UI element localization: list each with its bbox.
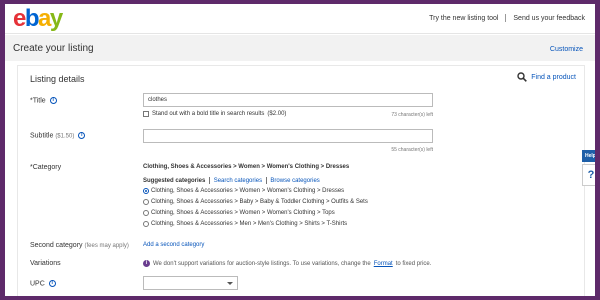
find-product-link[interactable]: Find a product	[517, 72, 576, 82]
category-option-label: Clothing, Shoes & Accessories > Women > …	[151, 188, 345, 194]
title-input[interactable]: clothes	[143, 93, 433, 107]
add-second-category-link[interactable]: Add a second category	[143, 242, 204, 248]
variations-note-text: We don't support variations for auction-…	[153, 260, 371, 267]
second-category-label-row: Second category (fees may apply)	[30, 242, 129, 249]
category-option[interactable]: Clothing, Shoes & Accessories > Baby > B…	[143, 199, 368, 205]
browse-categories-link[interactable]: Browse categories	[270, 178, 319, 184]
page-header: Create your listing Customize	[5, 35, 595, 61]
subtitle-input[interactable]	[143, 129, 433, 143]
current-category: Clothing, Shoes & Accessories > Women > …	[143, 164, 350, 170]
category-option-label: Clothing, Shoes & Accessories > Baby > B…	[151, 199, 368, 205]
suggested-categories-row: Suggested categories Search categories B…	[143, 177, 320, 184]
radio-unselected[interactable]	[143, 210, 149, 216]
logo-letter-e: e	[13, 5, 26, 32]
ebay-logo[interactable]: ebay	[13, 5, 63, 32]
app-window: ebay Try the new listing tool Send us yo…	[5, 4, 595, 296]
listing-details-card: Listing details Find a product *Title i …	[17, 65, 585, 296]
category-label: *Category	[30, 164, 62, 171]
divider	[209, 177, 211, 184]
subtitle-label-row: Subtitle ($1.50) i	[30, 132, 86, 140]
category-option-label: Clothing, Shoes & Accessories > Women > …	[151, 210, 335, 216]
variations-label: Variations	[30, 260, 61, 267]
upc-select[interactable]	[143, 276, 238, 290]
radio-selected[interactable]	[143, 188, 149, 194]
bold-title-option[interactable]: Stand out with a bold title in search re…	[143, 111, 286, 117]
title-label-row: *Title i	[30, 97, 57, 104]
upc-label: UPC	[30, 280, 45, 288]
second-category-note: (fees may apply)	[84, 243, 129, 249]
find-product-label: Find a product	[531, 73, 576, 81]
customize-link[interactable]: Customize	[550, 46, 583, 53]
info-icon[interactable]: i	[48, 280, 56, 287]
second-category-label: Second category	[30, 242, 83, 249]
help-icon[interactable]: ?	[582, 164, 595, 186]
radio-unselected[interactable]	[143, 199, 149, 205]
category-option[interactable]: Clothing, Shoes & Accessories > Men > Me…	[143, 221, 347, 227]
logo-letter-a: a	[38, 5, 51, 32]
section-title: Listing details	[30, 74, 85, 84]
category-option[interactable]: Clothing, Shoes & Accessories > Women > …	[143, 210, 335, 216]
radio-unselected[interactable]	[143, 221, 149, 227]
bold-title-price: ($2.00)	[267, 111, 287, 117]
format-link[interactable]: Format	[374, 261, 393, 267]
top-links: Try the new listing tool Send us your fe…	[429, 14, 585, 22]
help-tab[interactable]: Help	[582, 150, 595, 162]
category-option[interactable]: Clothing, Shoes & Accessories > Women > …	[143, 188, 344, 194]
top-bar: ebay Try the new listing tool Send us yo…	[5, 4, 595, 34]
divider	[265, 177, 267, 184]
chevron-down-icon	[227, 282, 233, 285]
info-icon[interactable]: i	[49, 97, 57, 104]
try-new-listing-tool-link[interactable]: Try the new listing tool	[429, 15, 498, 22]
logo-letter-b: b	[24, 5, 40, 32]
info-icon[interactable]: i	[78, 132, 86, 139]
suggested-categories-label: Suggested categories	[143, 178, 206, 185]
search-icon	[517, 72, 528, 82]
info-icon: i	[143, 260, 150, 267]
subtitle-price: ($1.50)	[55, 133, 75, 140]
search-categories-link[interactable]: Search categories	[214, 178, 262, 184]
page-title: Create your listing	[13, 43, 94, 54]
logo-letter-y: y	[49, 5, 63, 32]
title-label: *Title	[30, 97, 46, 105]
subtitle-chars-left: 55 character(s) left	[391, 147, 433, 153]
variations-note-after: to fixed price.	[395, 260, 432, 267]
variations-note: i We don't support variations for auctio…	[143, 260, 431, 267]
title-chars-left: 73 character(s) left	[391, 112, 433, 118]
upc-label-row: UPC i	[30, 280, 56, 287]
bold-title-label: Stand out with a bold title in search re…	[152, 111, 265, 117]
bold-title-checkbox[interactable]	[143, 111, 149, 117]
divider	[505, 14, 507, 22]
subtitle-label: Subtitle	[30, 132, 54, 140]
category-option-label: Clothing, Shoes & Accessories > Men > Me…	[151, 221, 348, 227]
send-feedback-link[interactable]: Send us your feedback	[513, 15, 585, 22]
